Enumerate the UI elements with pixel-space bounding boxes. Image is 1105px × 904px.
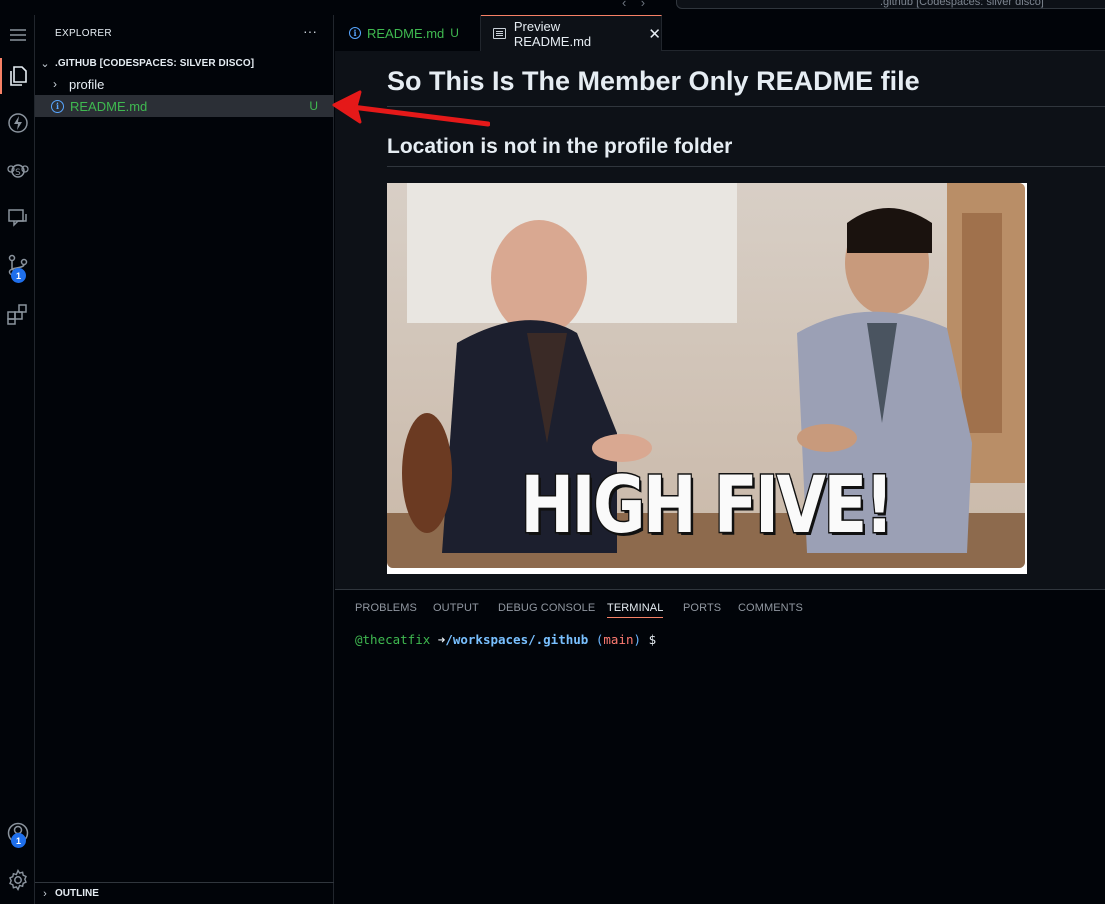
source-control-badge: 1 <box>11 268 26 283</box>
command-center-text: .github [Codespaces: silver disco] <box>880 0 1044 8</box>
sidebar-title: EXPLORER <box>55 28 112 39</box>
tab-ports[interactable]: PORTS <box>683 602 721 614</box>
explorer-sidebar: EXPLORER ··· ⌄ .GITHUB [CODESPACES: SILV… <box>35 15 334 904</box>
terminal-user: @thecatfix <box>355 632 431 647</box>
tab-label: README.md <box>367 25 445 41</box>
git-status-untracked: U <box>309 99 318 113</box>
chevron-down-icon: ⌄ <box>40 57 50 70</box>
tab-debug-console[interactable]: DEBUG CONSOLE <box>498 602 595 614</box>
preview-heading-2: Location is not in the profile folder <box>387 135 1105 167</box>
title-bar: ‹ › .github [Codespaces: silver disco] <box>0 0 1105 15</box>
preview-heading-1: So This Is The Member Only README file <box>387 66 1105 107</box>
bottom-panel: PROBLEMS OUTPUT DEBUG CONSOLE TERMINAL P… <box>335 589 1105 904</box>
extensions-s-icon[interactable]: S <box>0 153 35 189</box>
info-file-icon: i <box>349 27 361 39</box>
high-five-gif: HIGH FIVE! <box>387 183 1027 574</box>
tab-preview-readme[interactable]: Preview README.md ✕ <box>481 15 662 51</box>
more-actions-icon[interactable]: ··· <box>303 23 317 39</box>
outline-title: OUTLINE <box>55 888 99 899</box>
nav-back-forward-icons[interactable]: ‹ › <box>622 0 645 10</box>
git-status-untracked: U <box>450 26 459 40</box>
explorer-icon[interactable] <box>0 58 35 94</box>
editor-tab-bar: i README.md U Preview README.md ✕ <box>335 15 1105 51</box>
tab-comments[interactable]: COMMENTS <box>738 602 803 614</box>
tab-problems[interactable]: PROBLEMS <box>355 602 417 614</box>
tab-output[interactable]: OUTPUT <box>433 602 479 614</box>
tab-label: Preview README.md <box>513 18 592 49</box>
svg-text:S: S <box>15 168 21 178</box>
gif-frame: HIGH FIVE! <box>387 183 1025 568</box>
lightning-icon[interactable] <box>0 105 35 141</box>
markdown-preview: So This Is The Member Only README file L… <box>335 51 1105 589</box>
extensions-icon[interactable] <box>0 296 35 332</box>
accounts-badge: 1 <box>11 833 26 848</box>
workspace-folder-name: .GITHUB [CODESPACES: SILVER DISCO] <box>55 57 255 69</box>
info-file-icon: i <box>51 99 64 113</box>
menu-icon[interactable] <box>0 17 35 53</box>
settings-gear-icon[interactable] <box>0 862 35 898</box>
tree-item-label: profile <box>69 76 105 92</box>
terminal-branch: main <box>603 632 634 647</box>
activity-bar: S 1 1 <box>0 15 35 904</box>
remote-explorer-icon[interactable] <box>0 200 35 236</box>
tree-item-profile[interactable]: › profile <box>35 73 334 95</box>
terminal-prompt-symbol: $ <box>648 632 657 647</box>
chevron-right-icon: › <box>53 77 57 91</box>
tree-item-label: README.md <box>70 98 148 114</box>
chevron-right-icon: › <box>43 887 47 900</box>
terminal-paren-close: ) <box>633 632 642 647</box>
tree-item-readme[interactable]: i README.md U <box>35 95 334 117</box>
preview-icon <box>493 28 506 39</box>
gif-caption: HIGH FIVE! <box>519 460 895 553</box>
terminal-prompt-line[interactable]: @thecatfix ➜/workspaces/.github (main) $ <box>355 632 656 647</box>
terminal-path: /workspaces/.github <box>445 632 589 647</box>
tab-terminal[interactable]: TERMINAL <box>607 602 664 618</box>
close-icon[interactable]: ✕ <box>648 25 661 43</box>
tab-readme[interactable]: i README.md U <box>335 15 481 51</box>
outline-section-header[interactable]: › OUTLINE <box>35 882 334 904</box>
workspace-folder-header[interactable]: ⌄ .GITHUB [CODESPACES: SILVER DISCO] <box>35 53 334 73</box>
